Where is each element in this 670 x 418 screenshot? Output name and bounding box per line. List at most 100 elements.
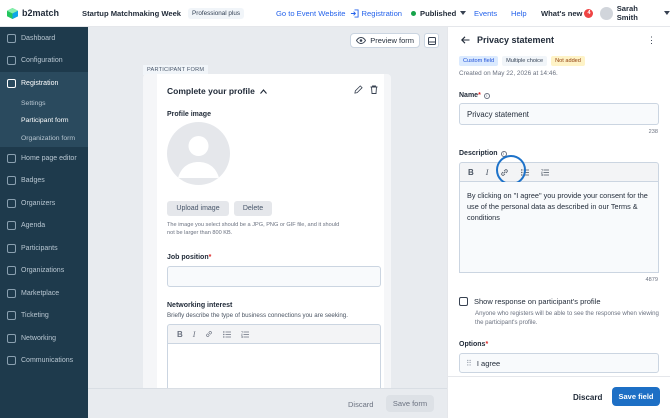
show-response-hint: Anyone who registers will be able to see… xyxy=(475,310,659,326)
registration-link-label: Registration xyxy=(361,8,403,18)
organizers-icon xyxy=(7,198,16,208)
name-char-counter: 238 xyxy=(648,129,658,135)
section-header[interactable]: Complete your profile xyxy=(167,86,267,96)
bullet-list-icon[interactable] xyxy=(223,330,232,338)
sidebar-item-registration[interactable]: Registration xyxy=(0,72,88,95)
sidebar-item-organizations[interactable]: Organizations xyxy=(0,260,88,283)
sidebar-item-label: Ticketing xyxy=(21,312,49,320)
panel-toggle-button[interactable] xyxy=(424,33,439,48)
sidebar-item-configuration[interactable]: Configuration xyxy=(0,50,88,73)
logo[interactable]: b2match xyxy=(0,7,82,19)
multiple-choice-tag: Multiple choice xyxy=(502,56,548,66)
save-field-button[interactable]: Save field xyxy=(612,387,660,406)
published-dot-icon xyxy=(411,10,416,16)
sidebar-item-badges[interactable]: Badges xyxy=(0,170,88,193)
sidebar-subitem-organization-form[interactable]: Organization form xyxy=(0,129,88,147)
dashboard-icon xyxy=(7,33,16,43)
user-silhouette-icon xyxy=(178,136,219,178)
field-settings-panel: Privacy statement ⋮ Custom field Multipl… xyxy=(447,27,670,418)
sidebar-item-ticketing[interactable]: Ticketing xyxy=(0,305,88,328)
sidebar-item-label: Networking xyxy=(21,334,57,342)
numbered-list-icon[interactable] xyxy=(541,168,550,176)
networking-editor-body[interactable] xyxy=(167,344,381,394)
name-input[interactable]: Privacy statement xyxy=(459,103,659,125)
canvas-footer: Discard Save form xyxy=(88,388,447,418)
sidebar-item-label: Agenda xyxy=(21,222,46,230)
registration-link[interactable]: Registration xyxy=(350,8,403,18)
chevron-down-icon xyxy=(664,11,670,15)
communications-icon xyxy=(7,356,16,366)
sidebar-item-agenda[interactable]: Agenda xyxy=(0,215,88,238)
not-added-tag: Not added xyxy=(551,56,585,66)
sidebar: Dashboard Configuration Registration Set… xyxy=(0,27,88,418)
italic-icon[interactable]: I xyxy=(193,330,196,339)
drag-handle-icon[interactable]: ⠿ xyxy=(466,359,472,368)
option-item[interactable]: ⠿ I agree xyxy=(459,353,659,373)
created-timestamp: Created on May 22, 2026 at 14:46. xyxy=(459,70,558,77)
sidebar-item-communications[interactable]: Communications xyxy=(0,350,88,373)
save-form-button[interactable]: Save form xyxy=(386,395,434,412)
show-response-checkbox[interactable] xyxy=(459,297,468,306)
form-card: Complete your profile Profile image Uplo… xyxy=(143,74,391,394)
sidebar-item-organizers[interactable]: Organizers xyxy=(0,192,88,215)
bold-icon[interactable]: B xyxy=(177,330,183,339)
profile-image-label: Profile image xyxy=(167,111,211,118)
trash-icon[interactable] xyxy=(370,85,378,94)
ticketing-icon xyxy=(7,311,16,321)
sidebar-subitem-settings[interactable]: Settings xyxy=(0,94,88,112)
sidebar-item-label: Registration xyxy=(21,79,59,87)
status-label: Published xyxy=(420,8,457,18)
info-icon[interactable]: i xyxy=(483,92,490,99)
panel-title: Privacy statement xyxy=(477,35,555,45)
marketplace-icon xyxy=(7,288,16,298)
job-position-input[interactable] xyxy=(167,266,381,287)
whats-new-link[interactable]: What's new 4 xyxy=(541,8,594,18)
sidebar-item-label: Organizations xyxy=(21,267,65,275)
preview-form-button[interactable]: Preview form xyxy=(350,33,420,48)
description-editor-body[interactable]: By clicking on "I agree" you provide you… xyxy=(459,182,659,273)
chevron-up-icon xyxy=(259,88,267,94)
events-link[interactable]: Events xyxy=(474,9,497,18)
top-bar: b2match Startup Matchmaking Week Profess… xyxy=(0,0,670,27)
sidebar-item-dashboard[interactable]: Dashboard xyxy=(0,27,88,50)
sidebar-item-networking[interactable]: Networking xyxy=(0,327,88,350)
sidebar-item-home-page-editor[interactable]: Home page editor xyxy=(0,147,88,170)
show-response-checkbox-row[interactable]: Show response on participant's profile xyxy=(459,297,601,306)
section-title: Complete your profile xyxy=(167,86,255,96)
delete-image-button[interactable]: Delete xyxy=(234,201,272,216)
sidebar-item-label: Participants xyxy=(21,244,58,252)
edit-pencil-icon[interactable] xyxy=(354,85,363,94)
discard-form-button[interactable]: Discard xyxy=(348,400,373,409)
organizations-icon xyxy=(7,266,16,276)
numbered-list-icon[interactable] xyxy=(241,330,250,338)
form-canvas: Preview form PARTICIPANT FORM Complete y… xyxy=(88,27,447,418)
panel-footer: Discard Save field xyxy=(448,376,670,418)
sidebar-item-label: Organizers xyxy=(21,199,56,207)
help-link[interactable]: Help xyxy=(511,9,527,18)
networking-icon xyxy=(7,333,16,343)
badge-icon xyxy=(7,176,16,186)
show-response-label: Show response on participant's profile xyxy=(474,297,601,306)
sidebar-item-marketplace[interactable]: Marketplace xyxy=(0,282,88,305)
upload-image-button[interactable]: Upload image xyxy=(167,201,229,216)
form-section: Complete your profile Profile image Uplo… xyxy=(157,74,384,394)
publish-status-dropdown[interactable]: Published xyxy=(411,8,467,18)
go-to-event-website-link[interactable]: Go to Event Website xyxy=(276,9,346,18)
b2match-logo-icon xyxy=(7,7,18,19)
sidebar-item-label: Marketplace xyxy=(21,289,60,297)
bold-icon[interactable]: B xyxy=(468,168,474,177)
avatar xyxy=(600,6,613,20)
preview-form-label: Preview form xyxy=(370,36,414,45)
more-options-icon[interactable]: ⋮ xyxy=(647,36,656,45)
back-arrow-icon[interactable] xyxy=(461,36,470,44)
link-icon[interactable] xyxy=(205,330,213,338)
name-label-text: Name xyxy=(459,92,479,99)
sidebar-item-participants[interactable]: Participants xyxy=(0,237,88,260)
whats-new-label: What's new xyxy=(541,8,583,18)
user-menu[interactable]: Sarah Smith xyxy=(600,4,670,22)
italic-icon[interactable]: I xyxy=(486,168,489,177)
discard-field-button[interactable]: Discard xyxy=(573,393,602,402)
eye-icon xyxy=(356,37,367,44)
sidebar-subitem-participant-form[interactable]: Participant form xyxy=(0,112,88,130)
page-icon xyxy=(7,153,16,163)
